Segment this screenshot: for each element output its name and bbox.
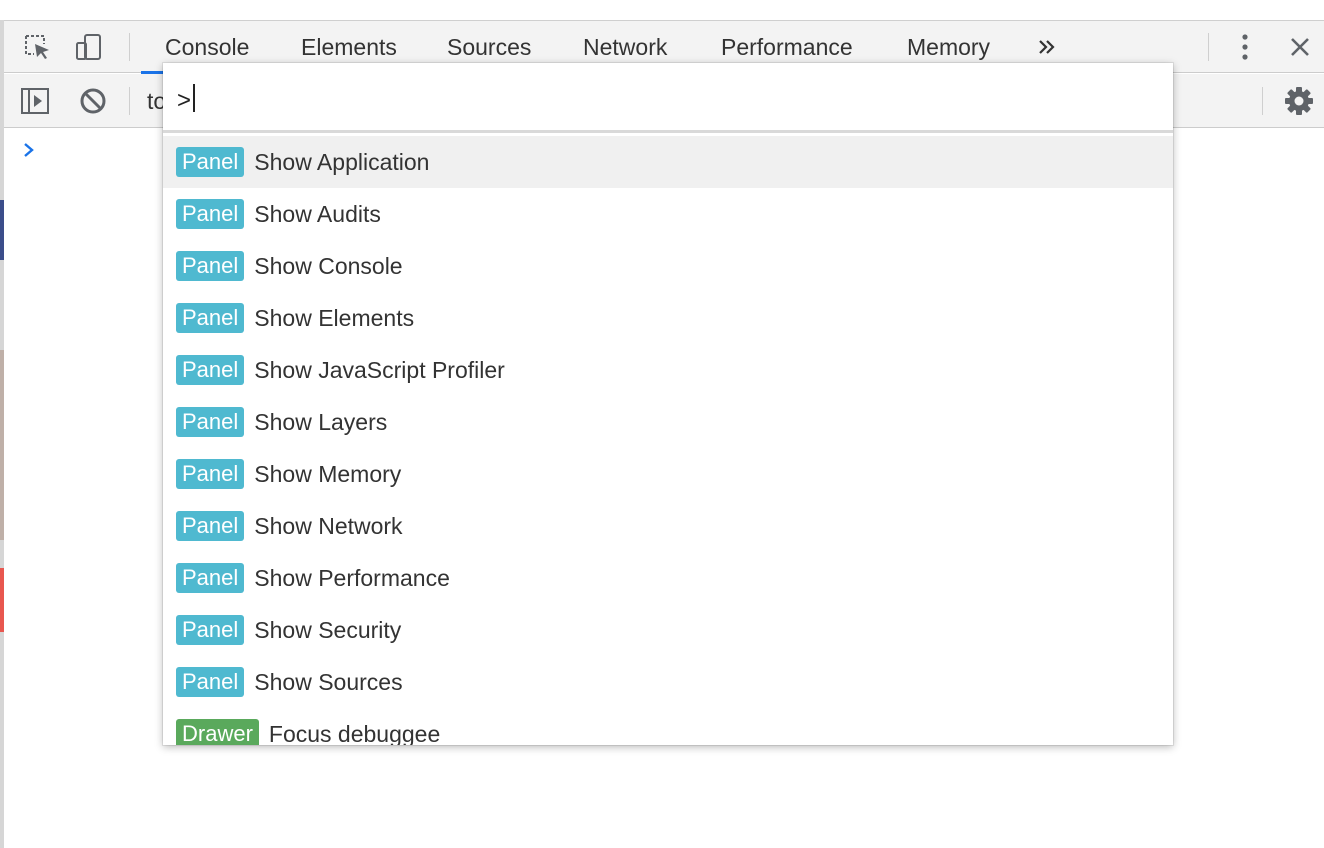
category-badge: Panel bbox=[176, 355, 245, 385]
command-label: Show Security bbox=[254, 616, 402, 643]
category-badge: Panel bbox=[176, 459, 245, 489]
toolbar-divider bbox=[1262, 87, 1263, 115]
command-label: Show Elements bbox=[254, 304, 415, 331]
command-menu: > Panel Show Application Panel Show Audits… bbox=[163, 63, 1173, 745]
command-query-text: > bbox=[177, 87, 192, 114]
command-label: Show Application bbox=[254, 148, 430, 175]
command-label: Show Audits bbox=[254, 200, 381, 227]
category-badge: Panel bbox=[176, 147, 245, 177]
command-label: Show JavaScript Profiler bbox=[254, 356, 505, 383]
kebab-menu-icon[interactable] bbox=[1228, 30, 1262, 64]
chevron-right-icon bbox=[22, 141, 36, 164]
settings-gear-icon[interactable] bbox=[1282, 84, 1316, 118]
category-badge: Panel bbox=[176, 615, 245, 645]
command-label: Show Network bbox=[254, 512, 403, 539]
command-result-item[interactable]: Panel Show Application bbox=[163, 136, 1173, 188]
toolbar-divider bbox=[129, 87, 130, 115]
category-badge: Panel bbox=[176, 563, 245, 593]
category-badge: Panel bbox=[176, 407, 245, 437]
category-badge: Drawer bbox=[176, 719, 259, 745]
command-result-item[interactable]: Panel Show Network bbox=[163, 500, 1173, 552]
category-badge: Panel bbox=[176, 667, 245, 697]
command-label: Show Console bbox=[254, 252, 403, 279]
command-result-item[interactable]: Panel Show JavaScript Profiler bbox=[163, 344, 1173, 396]
command-result-item[interactable]: Drawer Focus debuggee bbox=[163, 708, 1173, 745]
category-badge: Panel bbox=[176, 303, 245, 333]
inspect-element-icon[interactable] bbox=[20, 30, 54, 64]
command-result-item[interactable]: Panel Show Sources bbox=[163, 656, 1173, 708]
toolbar-divider bbox=[1208, 33, 1209, 61]
command-result-item[interactable]: Panel Show Performance bbox=[163, 552, 1173, 604]
command-label: Show Memory bbox=[254, 460, 402, 487]
category-badge: Panel bbox=[176, 511, 245, 541]
text-caret bbox=[193, 84, 196, 112]
command-result-item[interactable]: Panel Show Memory bbox=[163, 448, 1173, 500]
command-result-item[interactable]: Panel Show Security bbox=[163, 604, 1173, 656]
clear-console-icon[interactable] bbox=[76, 84, 110, 118]
command-label: Show Performance bbox=[254, 564, 450, 591]
command-result-item[interactable]: Panel Show Audits bbox=[163, 188, 1173, 240]
command-results-list: Panel Show Application Panel Show Audits P… bbox=[163, 136, 1173, 745]
device-toolbar-icon[interactable] bbox=[72, 30, 106, 64]
sidebar-toggle-icon[interactable] bbox=[18, 84, 52, 118]
command-label: Focus debuggee bbox=[268, 720, 441, 746]
category-badge: Panel bbox=[176, 251, 245, 281]
more-tabs-icon[interactable] bbox=[1030, 30, 1064, 64]
command-menu-input[interactable]: > bbox=[163, 63, 1173, 133]
close-icon[interactable] bbox=[1283, 30, 1317, 64]
command-label: Show Layers bbox=[254, 408, 388, 435]
command-result-item[interactable]: Panel Show Console bbox=[163, 240, 1173, 292]
command-result-item[interactable]: Panel Show Elements bbox=[163, 292, 1173, 344]
command-result-item[interactable]: Panel Show Layers bbox=[163, 396, 1173, 448]
toolbar-divider bbox=[129, 33, 130, 61]
command-label: Show Sources bbox=[254, 668, 403, 695]
category-badge: Panel bbox=[176, 199, 245, 229]
